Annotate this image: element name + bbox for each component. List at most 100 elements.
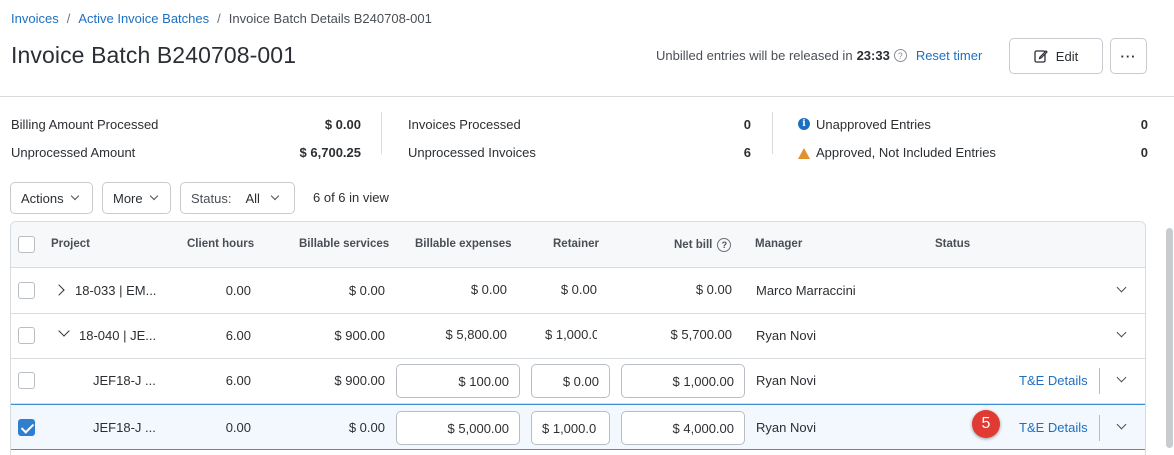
timer-value: 23:33 <box>856 48 890 63</box>
chevron-down-icon <box>70 191 79 201</box>
net-bill-label: Net bill <box>674 239 713 252</box>
reset-timer-link[interactable]: Reset timer <box>916 48 982 63</box>
te-details-link[interactable]: T&E Details <box>1019 373 1088 388</box>
breadcrumb-invoices[interactable]: Invoices <box>11 11 59 26</box>
breadcrumb-separator: / <box>66 11 71 26</box>
row-checkbox[interactable] <box>18 372 35 389</box>
summary-value: 0 <box>743 116 751 132</box>
more-options-button[interactable]: ··· <box>1110 38 1147 74</box>
column-header-net-bill[interactable]: Net bill? <box>674 238 732 252</box>
info-icon: i <box>798 118 810 130</box>
summary-label-wrap: Approved, Not Included Entries <box>798 145 996 160</box>
status-filter-dropdown[interactable]: Status: All <box>180 182 295 214</box>
row-checkbox[interactable] <box>18 419 35 436</box>
project-name[interactable]: 18-033 | EM... <box>75 283 156 298</box>
billable-services: $ 0.00 <box>348 283 385 298</box>
select-all-checkbox[interactable] <box>18 236 35 253</box>
column-header-manager[interactable]: Manager <box>755 238 802 250</box>
chevron-down-icon[interactable] <box>1116 327 1127 338</box>
breadcrumb-active-invoice-batches[interactable]: Active Invoice Batches <box>78 11 209 26</box>
client-hours: 0.00 <box>225 283 251 298</box>
chevron-down-icon[interactable] <box>58 325 70 337</box>
summary-row-unapproved: i Unapproved Entries 0 <box>798 110 1148 138</box>
retainer-input[interactable]: $ 0.00 <box>531 364 610 398</box>
edit-icon <box>1034 50 1048 63</box>
table-row[interactable]: JEF18-J ... 0.00 $ 0.00 $ 5,000.00 $ 1,0… <box>11 404 1145 450</box>
column-header-billable-services[interactable]: Billable services <box>299 238 389 250</box>
summary-value: $ 0.00 <box>324 116 361 132</box>
te-details-link[interactable]: T&E Details <box>1019 420 1088 435</box>
table-header: Project Client hours Billable services B… <box>11 222 1145 268</box>
column-header-status[interactable]: Status <box>935 238 970 250</box>
billable-services: $ 900.00 <box>334 373 385 388</box>
project-name[interactable]: JEF18-J ... <box>93 373 156 388</box>
billable-expenses: $ 0.00 <box>470 282 507 297</box>
more-dropdown[interactable]: More <box>102 182 171 214</box>
timer-text: Unbilled entries will be released in <box>656 48 853 63</box>
project-name[interactable]: JEF18-J ... <box>93 420 156 435</box>
summary-label: Unprocessed Amount <box>11 144 136 160</box>
more-label: More <box>113 190 143 206</box>
edit-button-label: Edit <box>1055 48 1079 64</box>
client-hours: 6.00 <box>225 328 251 343</box>
column-header-retainer[interactable]: Retainer <box>553 238 599 250</box>
divider <box>1099 415 1100 441</box>
manager: Ryan Novi <box>756 420 816 435</box>
billable-expenses: $ 5,800.00 <box>445 327 507 342</box>
breadcrumb: Invoices / Active Invoice Batches / Invo… <box>11 11 432 26</box>
net-bill-input[interactable]: $ 4,000.00 <box>621 411 745 445</box>
help-icon[interactable]: ? <box>717 238 732 252</box>
chevron-down-icon <box>149 191 158 201</box>
chevron-right-icon[interactable] <box>53 284 65 296</box>
summary-invoices: Invoices Processed 0 Unprocessed Invoice… <box>408 110 751 166</box>
retainer: $ 0.00 <box>560 282 597 297</box>
table-row[interactable]: 18-040 | JE... 6.00 $ 900.00 $ 5,800.00 … <box>11 313 1145 359</box>
retainer-input[interactable]: $ 1,000.0 <box>531 411 610 445</box>
column-header-billable-expenses[interactable]: Billable expenses <box>415 238 512 250</box>
column-header-client-hours[interactable]: Client hours <box>187 238 254 250</box>
summary-divider <box>772 112 773 154</box>
billable-services: $ 900.00 <box>334 328 385 343</box>
summary-value: $ 6,700.25 <box>299 144 361 160</box>
row-checkbox[interactable] <box>18 282 35 299</box>
summary-value: 0 <box>1140 144 1148 160</box>
summary-label: Unprocessed Invoices <box>408 144 536 160</box>
table-row[interactable]: 18-033 | EM... 0.00 $ 0.00 $ 0.00 $ 0.00… <box>11 268 1145 314</box>
summary-value: 6 <box>743 144 751 160</box>
summary-row-invoices-processed: Invoices Processed 0 <box>408 110 751 138</box>
chevron-down-icon[interactable] <box>1116 419 1127 430</box>
retainer: $ 1,000.0 <box>545 327 597 342</box>
status-filter-value: All <box>245 190 260 206</box>
edit-button[interactable]: Edit <box>1009 38 1103 74</box>
breadcrumb-current: Invoice Batch Details B240708-001 <box>228 11 432 26</box>
chevron-down-icon <box>270 191 280 201</box>
warning-icon <box>798 147 810 159</box>
summary-row-billing-processed: Billing Amount Processed $ 0.00 <box>11 110 361 138</box>
summary-entries: i Unapproved Entries 0 Approved, Not Inc… <box>798 110 1148 166</box>
client-hours: 0.00 <box>225 420 251 435</box>
chevron-down-icon[interactable] <box>1116 282 1127 293</box>
breadcrumb-separator: / <box>217 11 221 26</box>
net-bill: $ 0.00 <box>695 282 732 297</box>
billable-services: $ 0.00 <box>348 420 385 435</box>
vertical-scrollbar[interactable] <box>1166 228 1173 448</box>
release-timer: Unbilled entries will be released in 23:… <box>656 48 982 63</box>
actions-dropdown[interactable]: Actions <box>10 182 93 214</box>
help-icon[interactable]: ? <box>893 49 907 62</box>
in-view-count: 6 of 6 in view <box>313 190 389 205</box>
divider <box>1099 368 1100 394</box>
column-header-project[interactable]: Project <box>51 238 90 250</box>
summary-row-approved-not-included: Approved, Not Included Entries 0 <box>798 138 1148 166</box>
table-row[interactable]: JEF18-J ... 6.00 $ 900.00 $ 100.00 $ 0.0… <box>11 358 1145 404</box>
actions-label: Actions <box>21 190 64 206</box>
billable-expenses-input[interactable]: $ 5,000.00 <box>396 411 520 445</box>
net-bill: $ 5,700.00 <box>670 327 732 342</box>
net-bill-input[interactable]: $ 1,000.00 <box>621 364 745 398</box>
row-checkbox[interactable] <box>18 327 35 344</box>
chevron-down-icon[interactable] <box>1116 372 1127 383</box>
page-title: Invoice Batch B240708-001 <box>11 42 297 68</box>
status-filter-label: Status: <box>191 190 232 206</box>
billable-expenses-input[interactable]: $ 100.00 <box>396 364 520 398</box>
summary-label-wrap: i Unapproved Entries <box>798 117 931 132</box>
project-name[interactable]: 18-040 | JE... <box>79 328 156 343</box>
